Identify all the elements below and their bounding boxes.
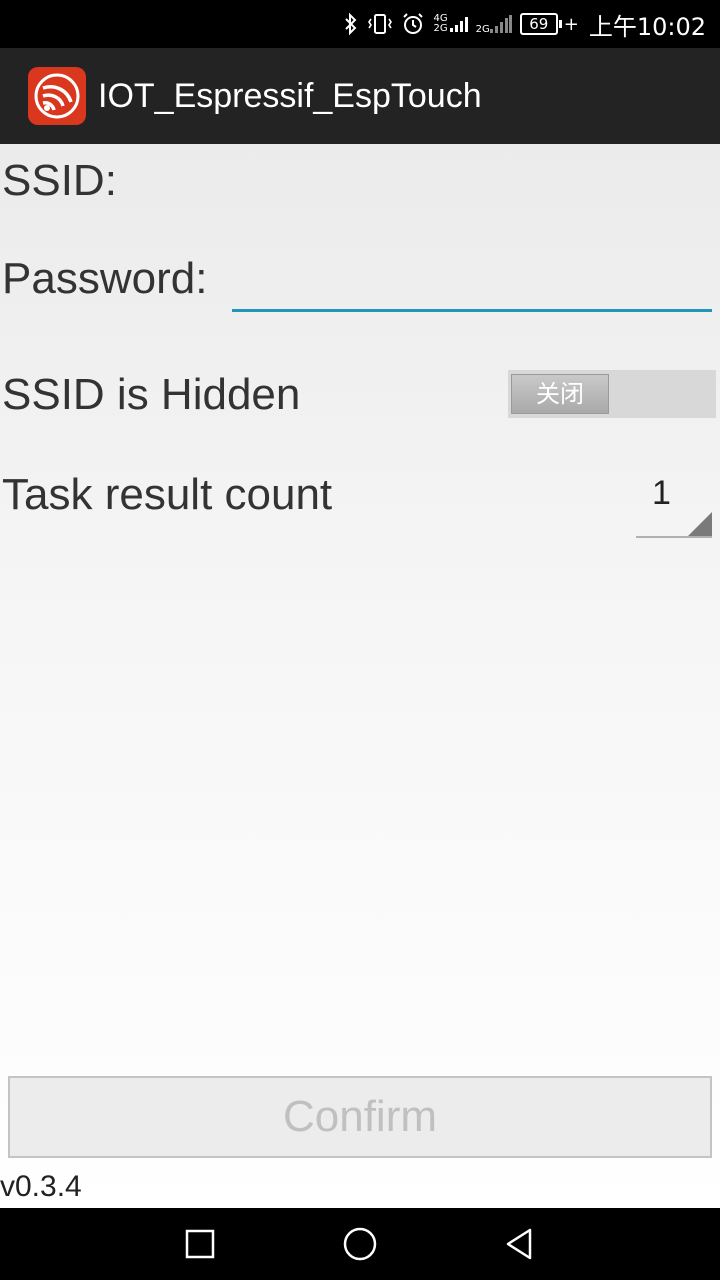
- battery-tip: [558, 20, 562, 28]
- battery-level: 69: [519, 13, 558, 35]
- square-icon[interactable]: [182, 1226, 218, 1262]
- status-clock: 上午10:02: [588, 12, 706, 41]
- triangle-back-icon[interactable]: [502, 1226, 538, 1262]
- confirm-button[interactable]: Confirm: [8, 1076, 712, 1158]
- navigation-bar: [0, 1208, 720, 1280]
- task-result-count-spinner[interactable]: 1: [636, 466, 712, 538]
- network-type-label: 2G: [433, 23, 448, 34]
- bluetooth-icon: [343, 12, 359, 36]
- password-input[interactable]: [232, 252, 712, 312]
- version-label: v0.3.4: [0, 1170, 82, 1203]
- circle-icon[interactable]: [342, 1226, 378, 1262]
- main-content: SSID: Password: SSID is Hidden 关闭 Task r…: [0, 144, 720, 1208]
- network-type-label: 2G: [475, 24, 490, 35]
- battery-indicator: 69 +: [519, 13, 579, 35]
- spinner-arrow-icon: [688, 512, 712, 536]
- vibrate-icon: [367, 12, 393, 36]
- charging-icon: +: [563, 13, 579, 35]
- signal-2g-icon: 2G: [476, 13, 512, 35]
- ssid-hidden-label: SSID is Hidden: [2, 370, 301, 419]
- ssid-hidden-toggle[interactable]: 关闭: [508, 370, 716, 418]
- signal-4g-icon: 4G 2G: [433, 14, 468, 34]
- task-result-count-label: Task result count: [2, 470, 333, 519]
- ssid-label: SSID:: [2, 156, 117, 205]
- status-bar: 4G 2G 2G 69 + 上午10:02: [0, 0, 720, 48]
- status-icons: 4G 2G 2G 69 + 上午10:02: [343, 0, 706, 48]
- action-bar: IOT_Espressif_EspTouch: [0, 48, 720, 144]
- app-title: IOT_Espressif_EspTouch: [98, 76, 482, 115]
- espressif-logo-icon: [28, 67, 86, 125]
- spinner-value: 1: [652, 474, 671, 512]
- toggle-thumb: 关闭: [511, 374, 609, 414]
- alarm-icon: [401, 12, 425, 36]
- password-label: Password:: [2, 254, 208, 303]
